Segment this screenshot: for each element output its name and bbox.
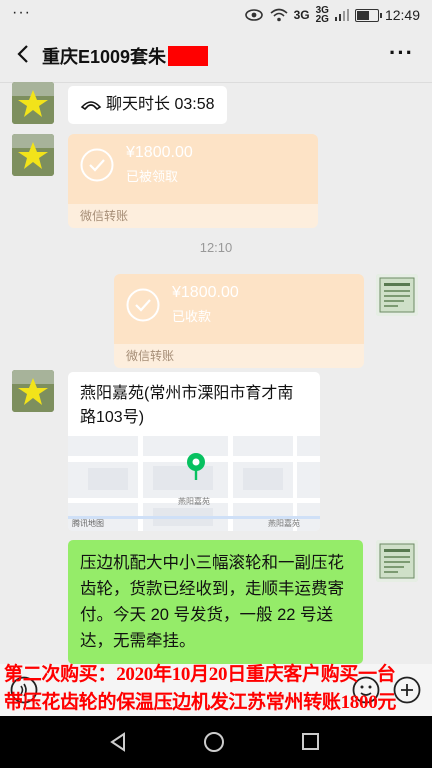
avatar-image	[12, 370, 54, 412]
transfer-amount: ¥1800.00	[172, 284, 239, 301]
back-arrow-icon[interactable]	[12, 42, 36, 66]
avatar-image	[12, 134, 54, 176]
nav-home-icon[interactable]	[204, 732, 224, 752]
text-message[interactable]: 压边机配大中小三幅滚轮和一副压花齿轮，货款已经收到，走顺丰运费寄付。今天 20 …	[68, 540, 363, 664]
clock: 12:49	[384, 7, 420, 23]
avatar[interactable]	[12, 82, 54, 124]
phone-icon	[80, 101, 102, 111]
redaction-box	[168, 46, 209, 66]
eye-icon	[244, 9, 263, 21]
dual-network-indicator: 3G 2G	[315, 6, 329, 25]
transfer-card: ¥1800.00 已被领取	[68, 134, 318, 204]
caption-overlay: 第二次购买：2020年10月20日重庆客户购买一台 带压花齿轮的保温压边机发江苏…	[0, 656, 432, 716]
map-label: 燕阳嘉苑	[268, 519, 300, 528]
check-circle-icon	[80, 148, 114, 182]
transfer-amount: ¥1800.00	[126, 144, 193, 161]
battery-icon	[354, 8, 382, 22]
notification-dots: ···	[12, 4, 31, 21]
caption-line-2: 带压花齿轮的保温压边机发江苏常州转账1800元	[4, 692, 397, 713]
message-text: 压边机配大中小三幅滚轮和一副压花齿轮，货款已经收到，走顺丰运费寄付。今天 20 …	[80, 554, 344, 650]
chat-header: 重庆E1009套朱 ···	[0, 30, 432, 83]
transfer-received-message[interactable]: ¥1800.00 已被领取 微信转账	[68, 134, 318, 228]
nav-back-icon[interactable]	[108, 732, 128, 752]
transfer-footer: 微信转账	[114, 344, 364, 368]
check-circle-icon	[126, 288, 160, 322]
avatar-image	[12, 82, 54, 124]
map-attribution: 腾讯地图	[72, 519, 104, 528]
avatar[interactable]	[12, 370, 54, 412]
my-avatar[interactable]	[376, 540, 418, 582]
wifi-icon	[270, 8, 288, 22]
nav-recents-icon[interactable]	[302, 733, 319, 750]
chat-title: 重庆E1009套朱	[42, 43, 209, 69]
transfer-sent-message[interactable]: ¥1800.00 已收款 微信转账	[114, 274, 364, 368]
network-3g-label: 3G	[293, 8, 310, 22]
avatar[interactable]	[12, 134, 54, 176]
location-title: 燕阳嘉苑(常州市溧阳市育才南路103号)	[80, 385, 294, 426]
map-pin-icon	[187, 453, 205, 480]
battery-level	[356, 10, 369, 20]
caption-line-1: 第二次购买：2020年10月20日重庆客户购买一台	[4, 664, 396, 685]
status-bar: ··· 3G 3G 2G 12:49	[0, 0, 432, 30]
message-timestamp: 12:10	[199, 240, 233, 255]
transfer-footer: 微信转账	[68, 204, 318, 228]
location-message[interactable]: 燕阳嘉苑(常州市溧阳市育才南路103号) 燕阳嘉苑 腾讯地图 燕阳嘉苑	[68, 372, 320, 531]
chat-history[interactable]: 聊天时长 03:58 ¥1800.00 已被领取 微信转账 12:10 ¥180…	[0, 82, 432, 716]
net-bottom-label: 2G	[315, 14, 329, 25]
avatar-image	[376, 274, 418, 316]
transfer-status: 已被领取	[126, 169, 179, 184]
transfer-status: 已收款	[172, 309, 212, 324]
call-duration-text: 聊天时长 03:58	[106, 96, 215, 113]
map-roads	[68, 436, 320, 531]
chat-title-text: 重庆E1009套朱	[42, 47, 167, 67]
more-icon[interactable]: ···	[389, 40, 414, 66]
map-preview: 燕阳嘉苑 腾讯地图 燕阳嘉苑	[68, 436, 320, 531]
transfer-card: ¥1800.00 已收款	[114, 274, 364, 344]
call-duration-message[interactable]: 聊天时长 03:58	[68, 86, 227, 124]
avatar-image	[376, 540, 418, 582]
map-label: 燕阳嘉苑	[178, 497, 210, 506]
signal-icon	[334, 9, 349, 21]
my-avatar[interactable]	[376, 274, 418, 316]
system-nav-bar	[0, 716, 432, 768]
